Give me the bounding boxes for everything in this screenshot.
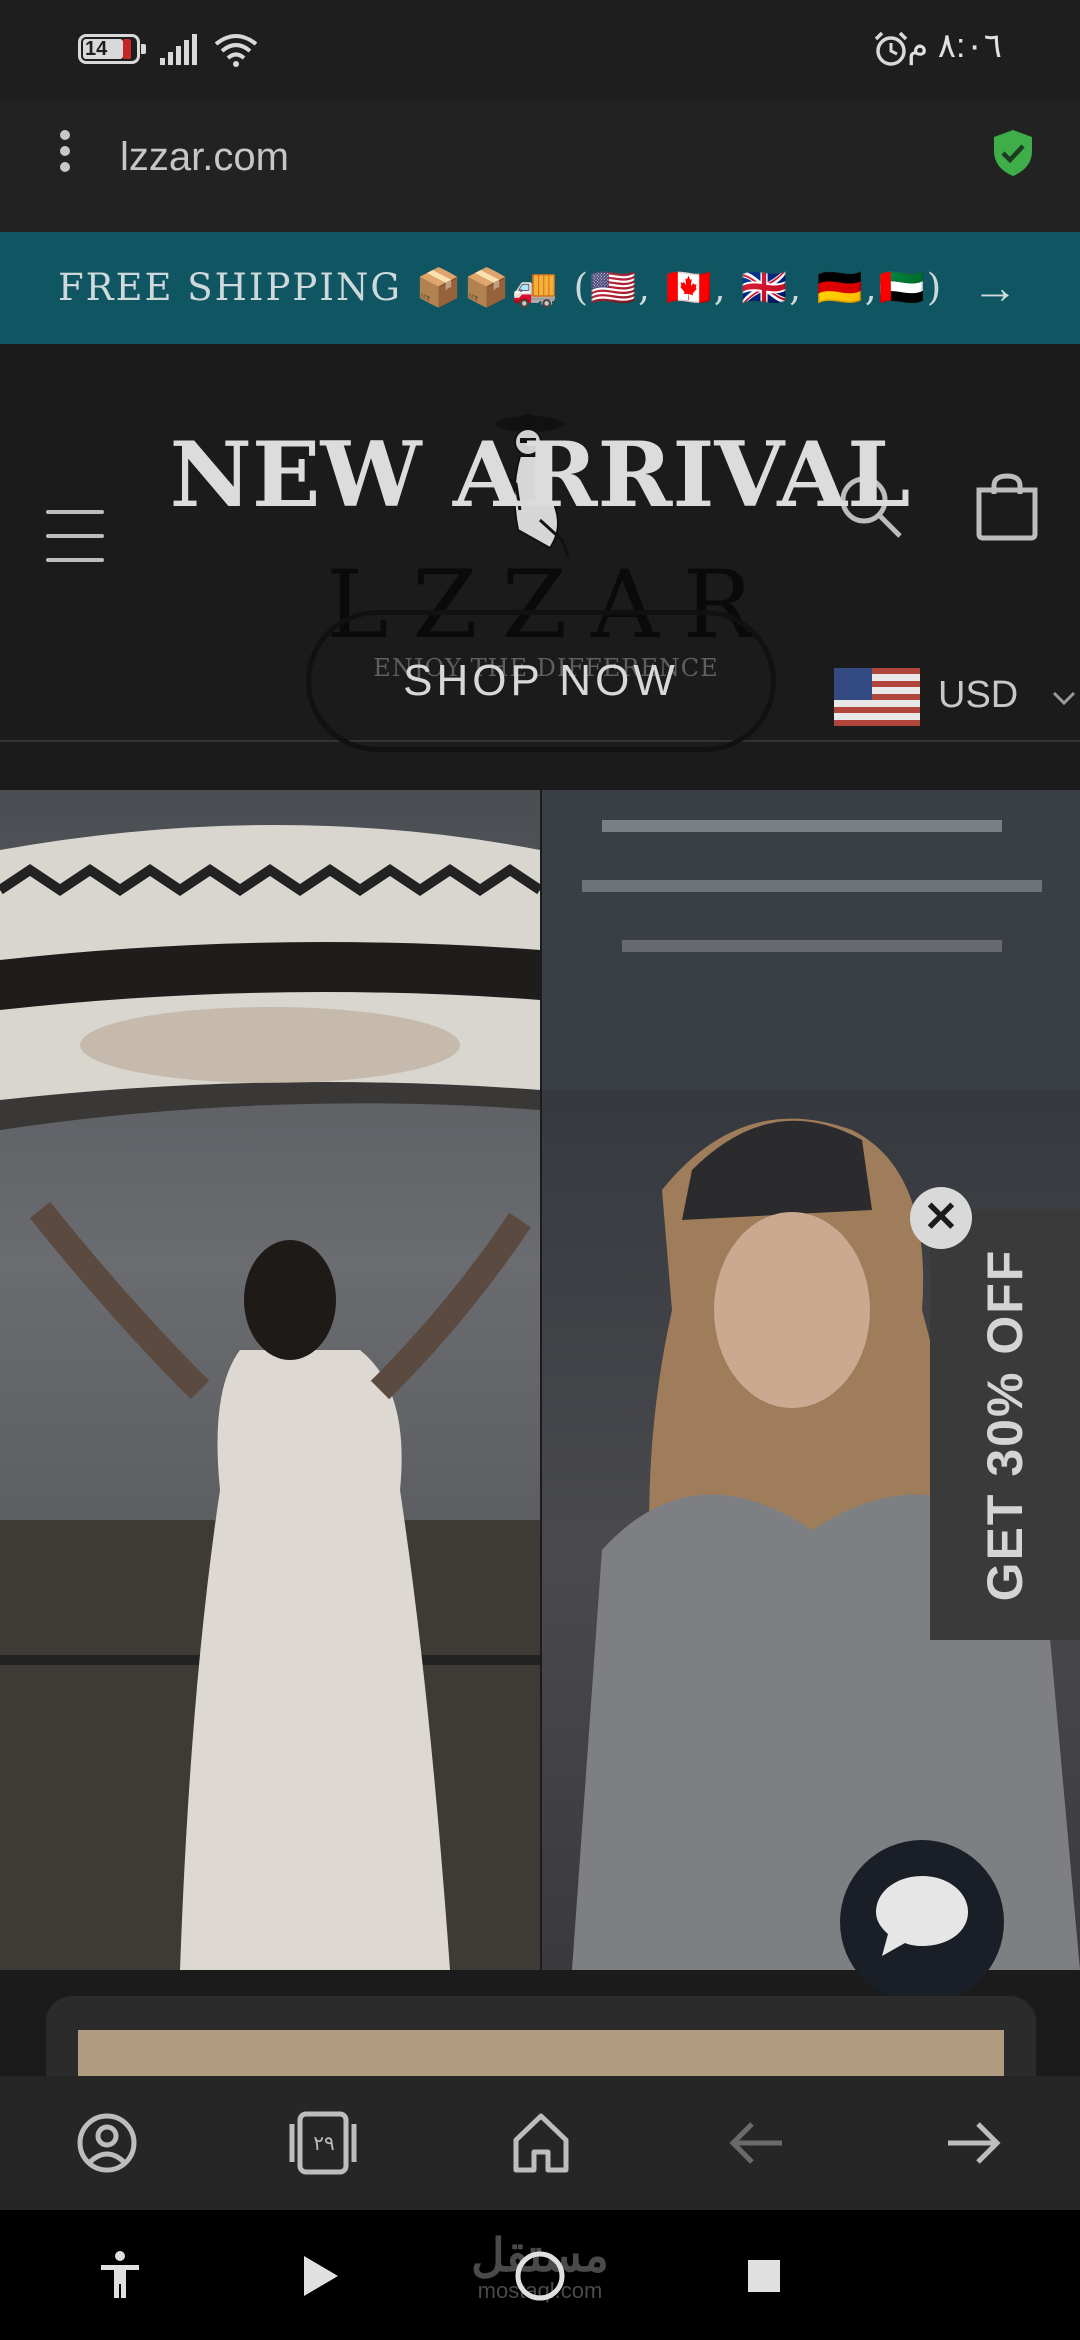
us-flag-icon <box>834 668 920 726</box>
url-field[interactable]: lzzar.com <box>120 130 289 184</box>
currency-label: USD <box>938 674 1019 716</box>
battery-icon: 14 <box>78 34 146 64</box>
account-icon[interactable] <box>72 2108 142 2178</box>
battery-level: 14 <box>85 38 108 60</box>
browser-menu-icon[interactable] <box>58 130 72 180</box>
wifi-icon <box>214 34 258 67</box>
forward-icon[interactable] <box>938 2108 1008 2178</box>
chat-bubble-icon <box>876 1876 968 1956</box>
recents-icon[interactable] <box>746 2258 782 2294</box>
shipping-banner-text: FREE SHIPPING 📦📦🚚 (🇺🇸, 🇨🇦, 🇬🇧, 🇩🇪,🇦🇪) <box>58 266 944 309</box>
discount-label-wrap[interactable]: GET 30% OFF <box>930 1210 1080 1640</box>
play-icon[interactable] <box>300 2254 340 2298</box>
chevron-down-icon <box>1052 691 1076 706</box>
arrow-right-icon[interactable]: → <box>972 262 1018 312</box>
signal-icon <box>160 34 197 65</box>
alarm-icon <box>874 31 908 66</box>
home-icon[interactable] <box>506 2108 576 2178</box>
close-icon[interactable]: ✕ <box>910 1187 972 1249</box>
clock: ٨:٠٦ م <box>907 27 1002 65</box>
accessibility-icon[interactable] <box>98 2250 142 2300</box>
discount-label: GET 30% OFF <box>977 1248 1033 1602</box>
currency-selector[interactable]: USD <box>834 668 1080 726</box>
shield-check-icon[interactable] <box>992 128 1034 178</box>
home-circle-icon[interactable] <box>512 2248 568 2304</box>
back-icon[interactable] <box>722 2108 792 2178</box>
hero-image-left <box>0 790 540 1970</box>
product-image[interactable] <box>78 2030 1004 2076</box>
hero-title: NEW ARRIVAL <box>169 422 911 528</box>
hero-banner[interactable] <box>0 790 1080 1970</box>
tab-count: ٢٩ <box>313 2133 335 2155</box>
shop-now-button[interactable]: SHOP NOW <box>306 610 776 752</box>
